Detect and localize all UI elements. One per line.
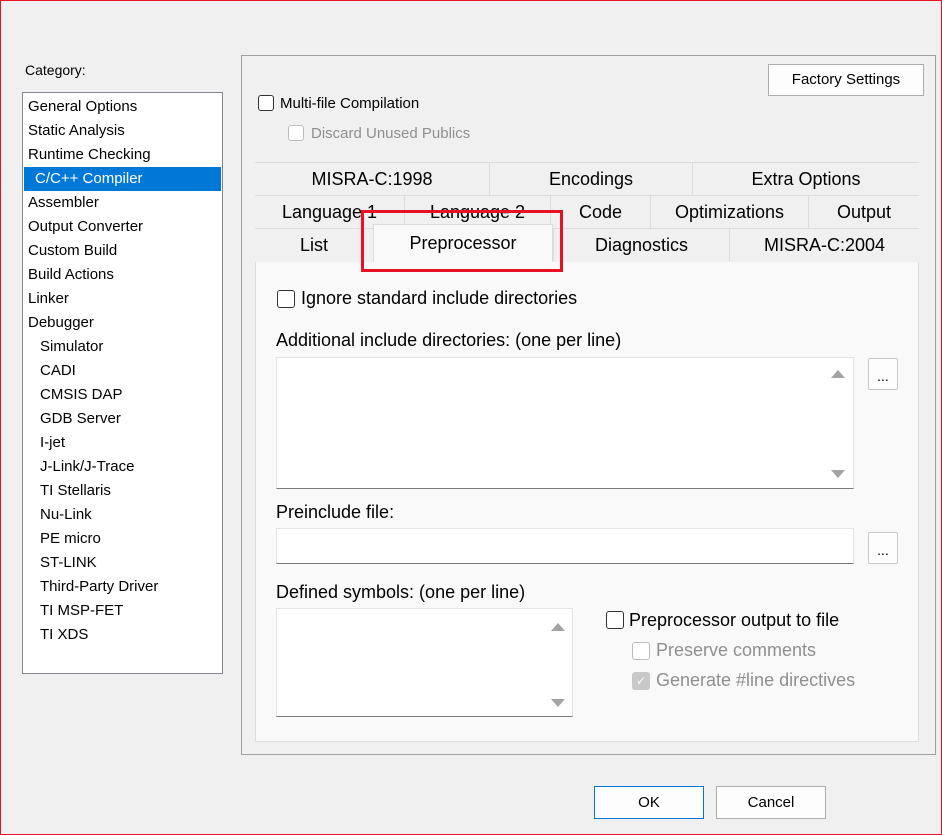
category-item[interactable]: Output Converter <box>23 215 222 239</box>
scroll-down-icon[interactable] <box>551 699 565 707</box>
category-item[interactable]: Custom Build <box>23 239 222 263</box>
preinclude-label: Preinclude file: <box>276 502 395 522</box>
tab-output[interactable]: Output <box>808 196 919 228</box>
factory-settings-button[interactable]: Factory Settings <box>768 64 924 96</box>
category-item[interactable]: Static Analysis <box>23 119 222 143</box>
scroll-up-icon[interactable] <box>831 370 845 378</box>
discard-unused-label: Discard Unused Publics <box>311 125 471 142</box>
preinclude-input[interactable] <box>276 528 854 564</box>
category-item[interactable]: ST-LINK <box>23 551 222 575</box>
tab-row-3: List Preprocessor Diagnostics MISRA-C:20… <box>255 224 919 262</box>
category-item[interactable]: Linker <box>23 287 222 311</box>
checkmark-icon: ✓ <box>635 674 647 688</box>
preinclude-browse-button[interactable]: ... <box>868 532 898 564</box>
generate-line-checkbox[interactable]: ✓ <box>632 672 650 690</box>
scroll-down-icon[interactable] <box>831 470 845 478</box>
generate-line-label: Generate #line directives <box>656 670 856 690</box>
category-item[interactable]: I-jet <box>23 431 222 455</box>
defined-symbols-label: Defined symbols: (one per line) <box>276 582 526 602</box>
category-item[interactable]: TI XDS <box>23 623 222 647</box>
category-item[interactable]: TI MSP-FET <box>23 599 222 623</box>
category-item[interactable]: Build Actions <box>23 263 222 287</box>
category-item[interactable]: J-Link/J-Trace <box>23 455 222 479</box>
category-item[interactable]: Nu-Link <box>23 503 222 527</box>
tab-encodings[interactable]: Encodings <box>489 163 692 195</box>
tab-diagnostics[interactable]: Diagnostics <box>553 229 729 261</box>
additional-include-browse-button[interactable]: ... <box>868 358 898 390</box>
category-item[interactable]: Runtime Checking <box>23 143 222 167</box>
tab-optimizations[interactable]: Optimizations <box>650 196 808 228</box>
category-item[interactable]: PE micro <box>23 527 222 551</box>
preprocessor-output-label: Preprocessor output to file <box>629 610 840 630</box>
category-item[interactable]: Simulator <box>23 335 222 359</box>
discard-unused-checkbox[interactable] <box>288 125 304 141</box>
tab-misra-2004[interactable]: MISRA-C:2004 <box>729 229 919 261</box>
category-list[interactable]: General Options Static Analysis Runtime Ch… <box>22 92 223 674</box>
category-item[interactable]: CADI <box>23 359 222 383</box>
scroll-up-icon[interactable] <box>551 623 565 631</box>
tab-extra-options[interactable]: Extra Options <box>692 163 919 195</box>
highlight-annotation <box>361 210 563 272</box>
tab-misra-1998[interactable]: MISRA-C:1998 <box>255 163 489 195</box>
tab-row-1: MISRA-C:1998 Encodings Extra Options <box>255 162 919 195</box>
additional-include-textarea[interactable] <box>276 357 854 489</box>
preserve-comments-label: Preserve comments <box>656 640 817 660</box>
multi-file-label: Multi-file Compilation <box>280 95 420 112</box>
category-item[interactable]: GDB Server <box>23 407 222 431</box>
defined-symbols-textarea[interactable] <box>276 608 573 717</box>
multi-file-checkbox[interactable] <box>258 95 274 111</box>
ignore-std-include-checkbox[interactable] <box>277 290 295 308</box>
ok-button[interactable]: OK <box>594 786 704 819</box>
cancel-button[interactable]: Cancel <box>716 786 826 819</box>
category-label: Category: <box>25 62 86 78</box>
category-item[interactable]: Debugger <box>23 311 222 335</box>
category-item[interactable]: Third-Party Driver <box>23 575 222 599</box>
category-item[interactable]: C/C++ Compiler <box>24 167 221 191</box>
tab-row-2: Language 1 Language 2 Code Optimizations… <box>255 195 919 228</box>
tab-code[interactable]: Code <box>550 196 650 228</box>
category-item[interactable]: CMSIS DAP <box>23 383 222 407</box>
tab-list[interactable]: List <box>255 229 373 261</box>
preprocessor-output-checkbox[interactable] <box>606 611 624 629</box>
category-item[interactable]: TI Stellaris <box>23 479 222 503</box>
category-item[interactable]: General Options <box>23 95 222 119</box>
preserve-comments-checkbox[interactable] <box>632 642 650 660</box>
category-item[interactable]: Assembler <box>23 191 222 215</box>
ignore-std-include-label: Ignore standard include directories <box>301 288 578 308</box>
additional-include-label: Additional include directories: (one per… <box>276 330 622 350</box>
